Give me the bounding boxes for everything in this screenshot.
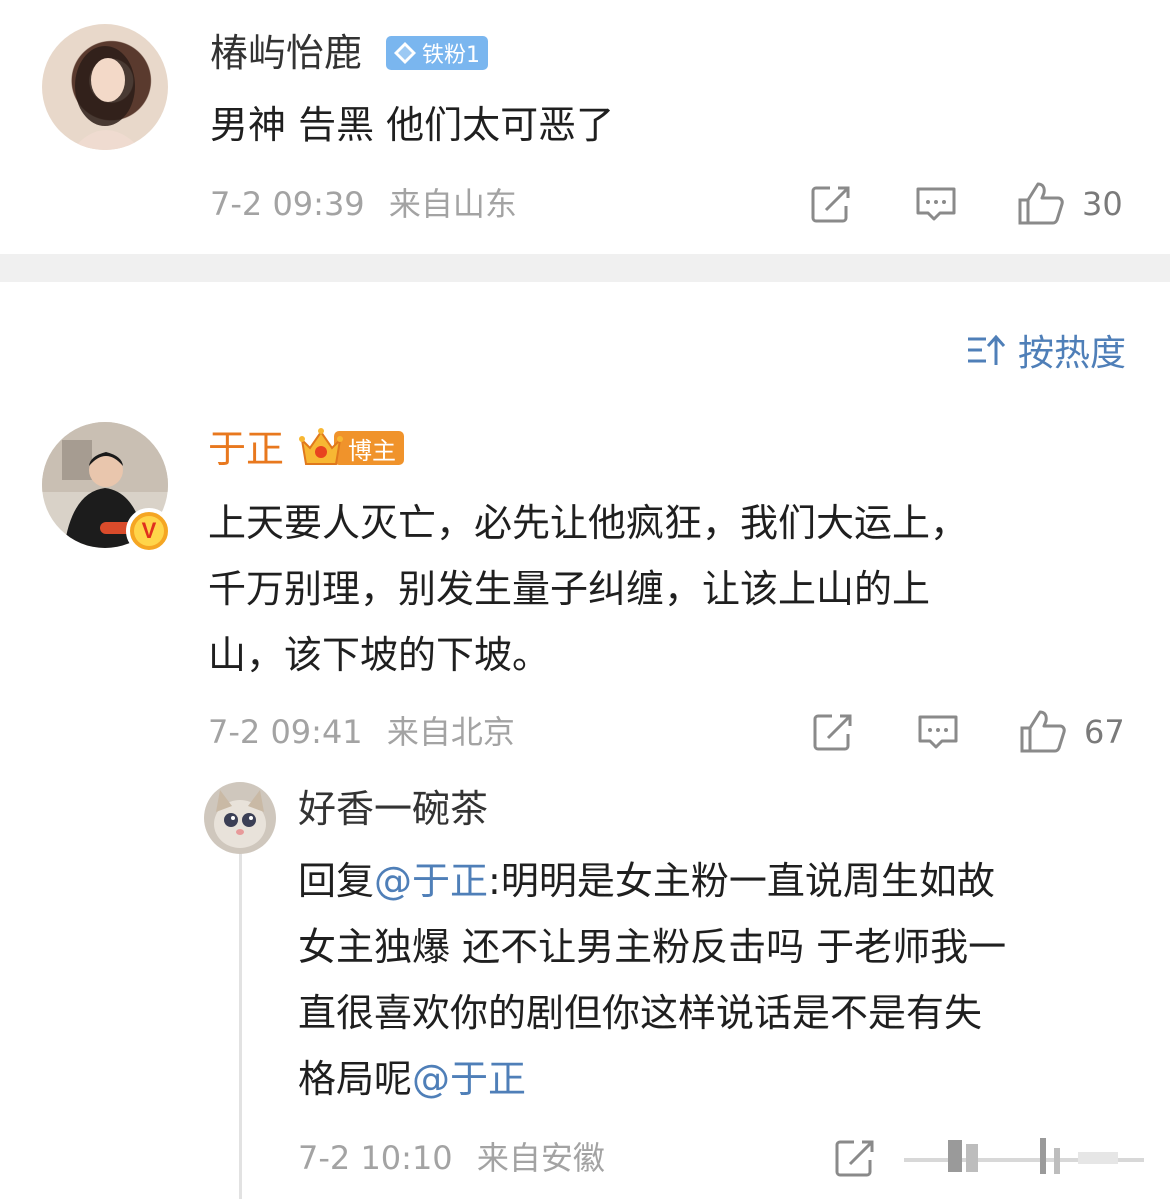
reply-text-segment: 格局呢	[298, 1057, 413, 1101]
location: 来自安徽	[476, 1139, 605, 1177]
share-icon[interactable]	[810, 184, 854, 224]
blogger-badge[interactable]: 博主	[298, 426, 404, 470]
comment-text-line: 千万别理，别发生量子纠缠，让该上山的上	[208, 567, 931, 611]
comment-username[interactable]: 于正	[208, 426, 284, 472]
blogger-badge-label: 博主	[334, 431, 404, 465]
reply-time: 7-2 10:10 来自安徽	[298, 1138, 605, 1178]
comment-time: 7-2 09:41 来自北京	[208, 712, 515, 752]
comment-icon[interactable]	[914, 184, 958, 224]
location: 来自山东	[388, 185, 517, 223]
timestamp: 7-2 09:39	[210, 185, 365, 223]
verified-mark: V	[134, 516, 164, 546]
fan-badge[interactable]: 铁粉1	[386, 36, 488, 70]
reply-text-line: 直很喜欢你的剧但你这样说话是不是有失	[298, 991, 983, 1035]
avatar[interactable]	[42, 24, 168, 150]
verified-badge: V	[126, 508, 172, 554]
reply-text-line: 回复@于正:明明是女主粉一直说周生如故	[298, 848, 1006, 914]
diamond-icon	[394, 42, 416, 64]
timestamp: 7-2 09:41	[208, 713, 363, 751]
reply-username[interactable]: 好香一碗茶	[298, 786, 488, 832]
section-divider	[0, 254, 1170, 282]
comment-text: 上天要人灭亡，必先让他疯狂，我们大运上， 千万别理，别发生量子纠缠，让该上山的上…	[208, 490, 968, 688]
crown-icon	[299, 428, 343, 465]
watermark-icon	[904, 1138, 1144, 1174]
comment-icon[interactable]	[916, 712, 960, 752]
sort-label: 按热度	[1018, 333, 1127, 374]
avatar-photo	[72, 46, 142, 150]
timestamp: 7-2 10:10	[298, 1139, 453, 1177]
mention-link[interactable]: @于正	[412, 1057, 526, 1101]
reply-text-line: 格局呢@于正	[298, 1046, 1006, 1112]
comment-text-line: 山，该下坡的下坡。	[208, 633, 551, 677]
like-icon[interactable]	[1016, 180, 1066, 226]
comment-time: 7-2 09:39 来自山东	[210, 184, 517, 224]
reply-text-line: 女主独爆 还不让男主粉反击吗 于老师我一	[298, 925, 1007, 969]
avatar-photo	[214, 790, 266, 848]
reply-text: 回复@于正:明明是女主粉一直说周生如故 女主独爆 还不让男主粉反击吗 于老师我一…	[298, 848, 1006, 1112]
reply-text-segment: :明明是女主粉一直说周生如故	[488, 859, 995, 903]
comment-username[interactable]: 椿屿怡鹿	[210, 30, 362, 76]
fan-badge-label: 铁粉1	[422, 43, 480, 68]
comment-text: 男神 告黑 他们太可恶了	[210, 103, 615, 147]
mention-link[interactable]: @于正	[374, 859, 488, 903]
like-count: 30	[1082, 185, 1123, 223]
thread-line	[239, 852, 242, 1199]
like-icon[interactable]	[1018, 708, 1068, 754]
share-icon[interactable]	[834, 1138, 878, 1178]
comment-text-line: 上天要人灭亡，必先让他疯狂，我们大运上，	[208, 501, 969, 545]
sort-button[interactable]: 按热度	[966, 328, 1126, 374]
location: 来自北京	[386, 713, 515, 751]
like-count: 67	[1084, 713, 1125, 751]
sort-icon	[968, 334, 1006, 365]
share-icon[interactable]	[812, 712, 856, 752]
reply-prefix: 回复	[298, 859, 375, 903]
avatar[interactable]	[204, 782, 276, 854]
